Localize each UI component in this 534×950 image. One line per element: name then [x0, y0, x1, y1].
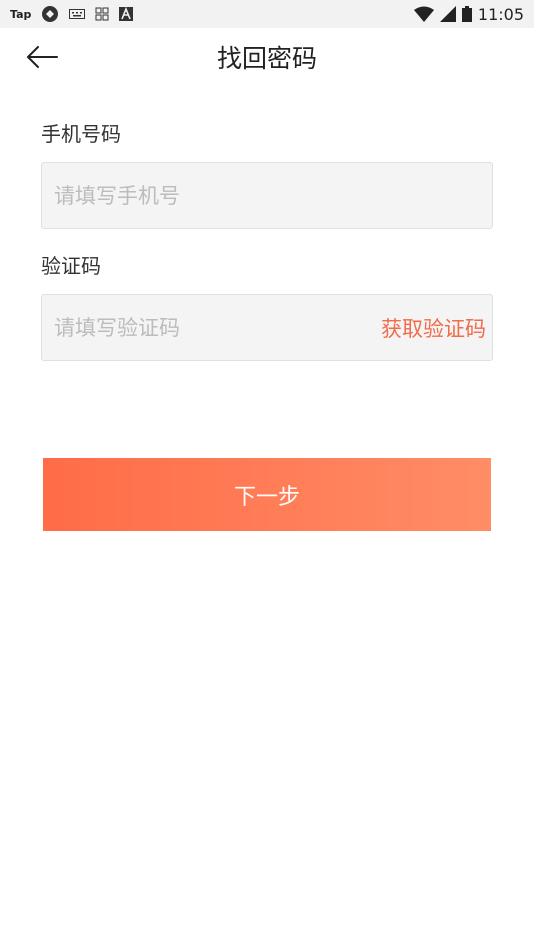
signal-icon — [439, 6, 456, 22]
status-bar: Tap 11:05 — [0, 0, 534, 28]
status-bar-right: 11:05 — [413, 3, 524, 25]
grid-icon — [95, 7, 109, 21]
get-code-button[interactable]: 获取验证码 — [381, 295, 486, 360]
page-title: 找回密码 — [216, 44, 317, 73]
sync-icon — [41, 5, 59, 23]
keyboard-icon — [69, 8, 86, 20]
code-label: 验证码 — [41, 254, 101, 278]
clock: 11:05 — [477, 4, 524, 24]
battery-icon — [461, 6, 472, 22]
font-a-icon — [119, 7, 134, 21]
code-input[interactable] — [42, 295, 352, 360]
tap-app-label: Tap — [10, 7, 32, 21]
status-bar-left: Tap — [10, 4, 134, 24]
wifi-icon — [413, 6, 434, 22]
phone-label: 手机号码 — [41, 122, 121, 146]
phone-input[interactable] — [42, 163, 492, 228]
code-field[interactable]: 获取验证码 — [41, 294, 493, 361]
next-button[interactable]: 下一步 — [43, 458, 491, 531]
top-bar: 找回密码 — [0, 28, 534, 90]
phone-field[interactable] — [41, 162, 493, 229]
